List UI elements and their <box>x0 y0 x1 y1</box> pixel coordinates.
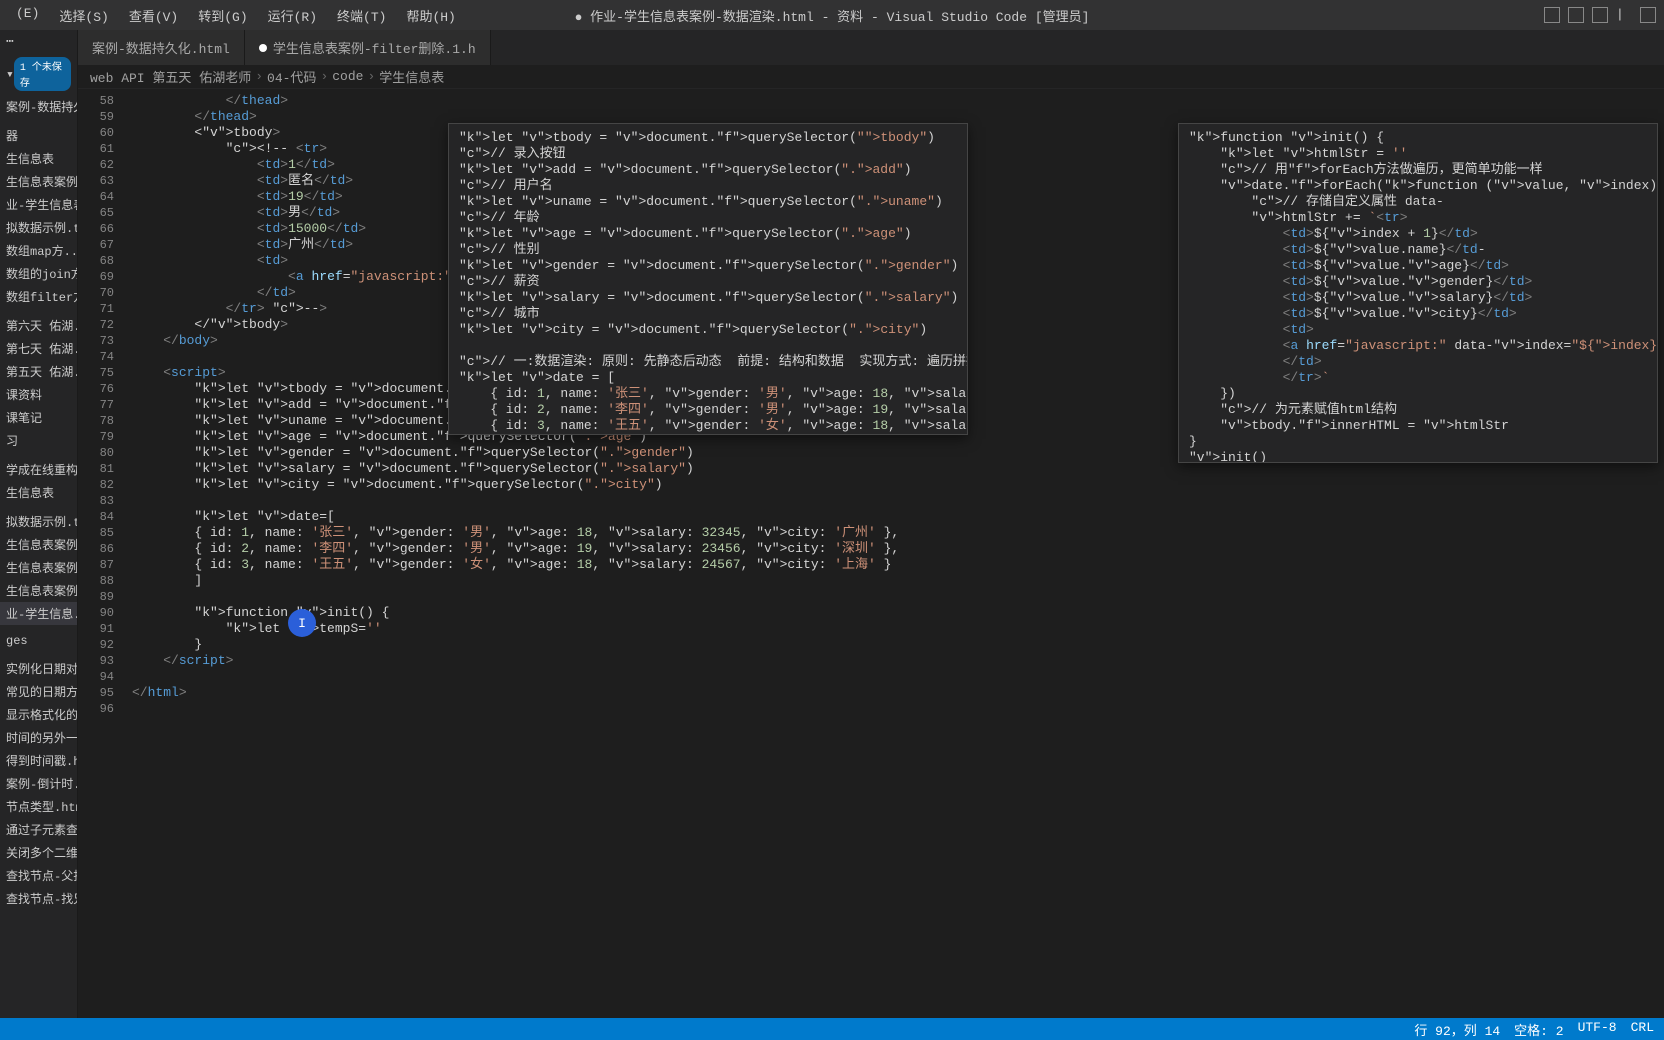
sidebar-item[interactable]: 第七天 佑湖... <box>0 337 77 360</box>
menu-run[interactable]: 运行(R) <box>260 2 325 29</box>
sidebar-item[interactable]: 学成在线重构 <box>0 458 77 481</box>
sidebar-item[interactable]: 常见的日期方... <box>0 680 77 703</box>
menu-terminal[interactable]: 终端(T) <box>329 2 394 29</box>
sidebar-item[interactable]: 生信息表案例... <box>0 533 77 556</box>
panel-icon[interactable] <box>1592 7 1608 23</box>
sidebar-item[interactable]: 数组map方... <box>0 239 77 262</box>
file-tree[interactable]: 案例-数据持久化.html器生信息表生信息表案例-...业-学生信息表...拟数… <box>0 95 77 910</box>
sidebar-item[interactable]: 案例-数据持久化.html <box>0 95 77 118</box>
sidebar-item[interactable]: 生信息表 <box>0 481 77 504</box>
code-editor[interactable]: 58 59 60 61 62 63 64 65 66 67 68 69 70 7… <box>78 89 1664 1018</box>
sidebar-item[interactable]: 业-学生信息表... <box>0 193 77 216</box>
menu-go[interactable]: 转到(G) <box>190 2 255 29</box>
sidebar-item[interactable]: 习 <box>0 429 77 452</box>
menu-select[interactable]: 选择(S) <box>51 2 116 29</box>
sidebar-item[interactable]: 实例化日期对... <box>0 657 77 680</box>
menu-view[interactable]: 查看(V) <box>121 2 186 29</box>
tab-file-1[interactable]: 案例-数据持久化.html <box>78 30 245 65</box>
crumb[interactable]: 04-代码 <box>267 67 316 86</box>
sidebar-item[interactable]: 生信息表案例-... <box>0 170 77 193</box>
sidebar-item[interactable]: 生信息表 <box>0 147 77 170</box>
menu-edit[interactable]: (E) <box>8 2 47 29</box>
collapse-icon[interactable]: ▾ <box>6 67 14 82</box>
panel-icon[interactable] <box>1640 7 1656 23</box>
sidebar-item[interactable]: 得到时间戳.ht... <box>0 749 77 772</box>
sidebar-item[interactable]: 生信息表案例... <box>0 579 77 602</box>
crumb[interactable]: code <box>332 69 363 84</box>
sidebar-item[interactable]: 节点类型.html <box>0 795 77 818</box>
status-cursor[interactable]: 行 92，列 14 <box>1414 1020 1500 1039</box>
sidebar-item[interactable]: ges <box>0 631 77 651</box>
status-eol[interactable]: CRL <box>1631 1020 1654 1039</box>
cursor-highlight-icon: I <box>288 609 316 637</box>
sidebar-item[interactable]: 数组filter方... <box>0 285 77 308</box>
sidebar-item[interactable]: 课笔记 <box>0 406 77 429</box>
sidebar-item[interactable]: 显示格式化的... <box>0 703 77 726</box>
editor-tabs: 案例-数据持久化.html 学生信息表案例-filter删除.1.h <box>78 30 1664 65</box>
dirty-dot-icon <box>259 44 267 52</box>
layout-controls[interactable]: | <box>1544 7 1656 23</box>
sidebar-item[interactable]: 器 <box>0 124 77 147</box>
sidebar-item[interactable]: 生信息表案例... <box>0 556 77 579</box>
sidebar-item[interactable]: 案例-倒计时.h... <box>0 772 77 795</box>
separator: | <box>1616 7 1632 23</box>
statusbar[interactable]: 行 92，列 14 空格: 2 UTF-8 CRL <box>0 1018 1664 1040</box>
sidebar-explorer[interactable]: ⋯ ▾ 1 个未保存 案例-数据持久化.html器生信息表生信息表案例-...业… <box>0 30 78 1018</box>
titlebar: (E) 选择(S) 查看(V) 转到(G) 运行(R) 终端(T) 帮助(H) … <box>0 0 1664 30</box>
sidebar-item[interactable]: 拟数据示例.txt <box>0 510 77 533</box>
sidebar-item[interactable]: 查找节点-找兄... <box>0 887 77 910</box>
status-encoding[interactable]: UTF-8 <box>1578 1020 1617 1039</box>
tab-file-2[interactable]: 学生信息表案例-filter删除.1.h <box>245 30 491 65</box>
sidebar-item[interactable]: 通过子元素查... <box>0 818 77 841</box>
breadcrumb[interactable]: web API 第五天 佑湖老师› 04-代码› code› 学生信息表 <box>78 65 1664 89</box>
status-spaces[interactable]: 空格: 2 <box>1514 1020 1563 1039</box>
sidebar-item[interactable]: 第六天 佑湖... <box>0 314 77 337</box>
crumb[interactable]: web API 第五天 佑湖老师 <box>90 67 251 86</box>
unsaved-badge: 1 个未保存 <box>14 57 71 91</box>
hover-widget-2: "k">function "v">init() { "k">let "v">ht… <box>1178 123 1658 463</box>
window-title: ● 作业-学生信息表案例-数据渲染.html - 资料 - Visual Stu… <box>575 6 1090 25</box>
tab-label: 案例-数据持久化.html <box>92 38 230 57</box>
menu-bar: (E) 选择(S) 查看(V) 转到(G) 运行(R) 终端(T) 帮助(H) <box>0 2 472 29</box>
panel-icon[interactable] <box>1568 7 1584 23</box>
panel-icon[interactable] <box>1544 7 1560 23</box>
crumb[interactable]: 学生信息表 <box>379 67 444 86</box>
tab-label: 学生信息表案例-filter删除.1.h <box>273 38 476 57</box>
sidebar-item[interactable]: 数组的join方... <box>0 262 77 285</box>
sidebar-item[interactable]: 时间的另外一... <box>0 726 77 749</box>
editor-group-1: 案例-数据持久化.html 学生信息表案例-filter删除.1.h web A… <box>78 30 1664 1018</box>
sidebar-item[interactable]: 业-学生信息... <box>0 602 77 625</box>
sidebar-item[interactable]: 查找节点-父找... <box>0 864 77 887</box>
menu-help[interactable]: 帮助(H) <box>398 2 463 29</box>
sidebar-item[interactable]: 拟数据示例.txt <box>0 216 77 239</box>
more-icon[interactable]: ⋯ <box>6 34 14 49</box>
hover-widget-1: "k">let "v">tbody = "v">document."f">que… <box>448 123 968 435</box>
sidebar-item[interactable]: 第五天 佑湖... <box>0 360 77 383</box>
line-numbers: 58 59 60 61 62 63 64 65 66 67 68 69 70 7… <box>78 89 124 1018</box>
sidebar-item[interactable]: 关闭多个二维... <box>0 841 77 864</box>
sidebar-item[interactable]: 课资料 <box>0 383 77 406</box>
